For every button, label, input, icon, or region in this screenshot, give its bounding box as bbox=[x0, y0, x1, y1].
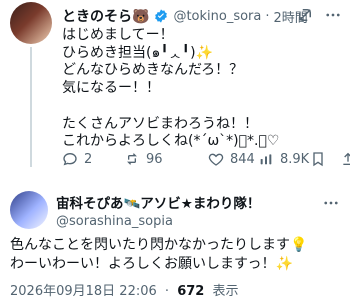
avatar[interactable] bbox=[10, 2, 52, 44]
views-count: 8.9K bbox=[280, 151, 310, 167]
meta-separator: · bbox=[164, 284, 170, 299]
like-icon bbox=[208, 153, 224, 166]
thread-connector bbox=[30, 47, 32, 167]
reply-button[interactable]: 2 bbox=[62, 151, 92, 167]
reply-count: 2 bbox=[84, 151, 93, 167]
display-name[interactable]: 宙科そぴあ🛰️アソビ★まわり隊！ bbox=[56, 192, 348, 212]
views-button[interactable]: 8.9K bbox=[258, 151, 309, 167]
verified-badge-icon bbox=[153, 8, 169, 24]
repost-count: 96 bbox=[146, 151, 163, 167]
post-text: はじめましてー！ ひらめき担当(๑╹ᆺ╹)✨ どんなひらめきなんだろ！？ 気にな… bbox=[62, 27, 280, 150]
reply-icon bbox=[63, 152, 77, 166]
reply-date: 2026年09月18日 22:06 bbox=[10, 284, 157, 299]
handle[interactable]: @tokino_sora bbox=[173, 9, 261, 24]
grok-icon[interactable] bbox=[296, 6, 314, 24]
more-icon[interactable] bbox=[322, 194, 340, 216]
reply-view-label: 表示 bbox=[212, 284, 239, 299]
separator: · bbox=[265, 8, 270, 24]
repost-icon bbox=[127, 153, 137, 165]
like-count: 844 bbox=[230, 151, 255, 167]
avatar[interactable] bbox=[10, 191, 48, 229]
handle[interactable]: @sorashina_sopia bbox=[56, 214, 348, 229]
reply-meta: 2026年09月18日 22:06 · 672 表示 bbox=[10, 280, 238, 299]
reply-header: 宙科そぴあ🛰️アソビ★まわり隊！ @sorashina_sopia bbox=[56, 192, 348, 229]
bookmark-icon[interactable] bbox=[310, 151, 326, 167]
more-icon[interactable] bbox=[324, 6, 342, 24]
reply-view-count: 672 bbox=[177, 284, 205, 299]
post-header: ときのそら🐻 @tokino_sora · 2時間 bbox=[62, 6, 342, 26]
post-actions: 2 96 844 8.9K bbox=[62, 151, 350, 171]
repost-button[interactable]: 96 bbox=[124, 151, 163, 167]
reply-text: 色んなことを閃いたり閃かなかったりします💡 わーいわーい！よろしくお願いしますっ… bbox=[10, 237, 308, 272]
share-icon[interactable] bbox=[340, 151, 350, 167]
like-button[interactable]: 844 bbox=[208, 151, 255, 167]
display-name[interactable]: ときのそら🐻 bbox=[62, 6, 149, 26]
post-utility-actions bbox=[310, 151, 350, 167]
views-icon bbox=[260, 154, 272, 165]
